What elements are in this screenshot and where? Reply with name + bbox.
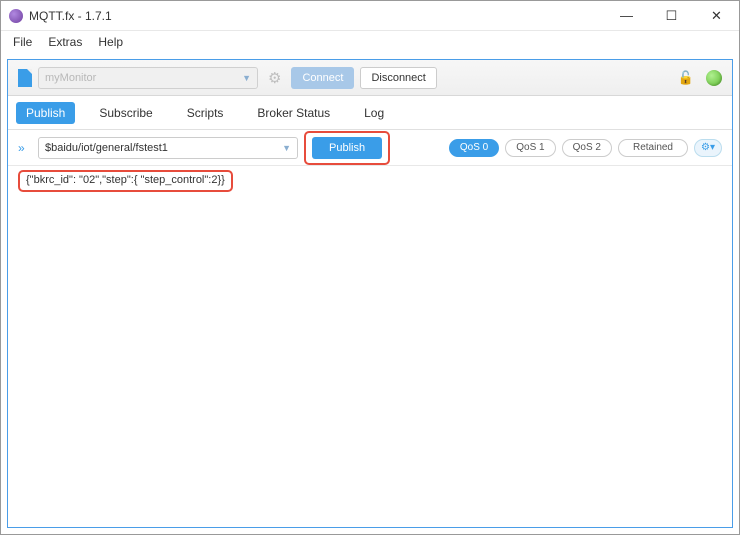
topic-value: $baidu/iot/general/fstest1: [45, 142, 168, 154]
file-icon: [18, 69, 32, 87]
app-icon: [9, 9, 23, 23]
tab-publish[interactable]: Publish: [16, 102, 75, 124]
gear-icon[interactable]: ⚙: [268, 69, 281, 87]
connect-button[interactable]: Connect: [291, 67, 354, 89]
expand-icon[interactable]: »: [18, 141, 32, 155]
chevron-down-icon: ▼: [242, 73, 251, 83]
connection-profile-select[interactable]: myMonitor ▼: [38, 67, 258, 89]
publish-button-highlight: Publish: [304, 131, 390, 165]
connection-profile-value: myMonitor: [45, 72, 96, 84]
retained-button[interactable]: Retained: [618, 139, 688, 157]
menu-help[interactable]: Help: [98, 35, 123, 49]
qos-1-button[interactable]: QoS 1: [505, 139, 555, 157]
publish-controls-row: » $baidu/iot/general/fstest1 ▼ Publish Q…: [8, 130, 732, 166]
title-bar: MQTT.fx - 1.7.1 — ☐ ✕: [1, 1, 739, 31]
window-title: MQTT.fx - 1.7.1: [29, 9, 604, 23]
disconnect-button[interactable]: Disconnect: [360, 67, 436, 89]
connection-bar: myMonitor ▼ ⚙ Connect Disconnect 🔓: [8, 60, 732, 96]
connection-status-indicator: [706, 70, 722, 86]
publish-button[interactable]: Publish: [312, 137, 382, 159]
window-controls: — ☐ ✕: [604, 1, 739, 30]
qos-0-button[interactable]: QoS 0: [449, 139, 499, 157]
tab-broker-status[interactable]: Broker Status: [247, 102, 340, 124]
topic-input[interactable]: $baidu/iot/general/fstest1 ▼: [38, 137, 298, 159]
payload-editor[interactable]: {"bkrc_id": "02","step":{ "step_control"…: [8, 166, 732, 527]
main-panel: myMonitor ▼ ⚙ Connect Disconnect 🔓 Publi…: [7, 59, 733, 528]
publish-settings-button[interactable]: ⚙▾: [694, 139, 722, 157]
close-button[interactable]: ✕: [694, 1, 739, 30]
lock-icon: 🔓: [678, 70, 694, 86]
menu-file[interactable]: File: [13, 35, 32, 49]
tab-scripts[interactable]: Scripts: [177, 102, 234, 124]
payload-text: {"bkrc_id": "02","step":{ "step_control"…: [26, 174, 225, 186]
chevron-down-icon: ▼: [282, 143, 291, 153]
payload-text-highlight: {"bkrc_id": "02","step":{ "step_control"…: [18, 170, 233, 192]
minimize-button[interactable]: —: [604, 1, 649, 30]
maximize-button[interactable]: ☐: [649, 1, 694, 30]
menu-extras[interactable]: Extras: [48, 35, 82, 49]
menu-bar: File Extras Help: [1, 31, 739, 53]
qos-2-button[interactable]: QoS 2: [562, 139, 612, 157]
tab-bar: Publish Subscribe Scripts Broker Status …: [8, 96, 732, 130]
tab-subscribe[interactable]: Subscribe: [89, 102, 162, 124]
tab-log[interactable]: Log: [354, 102, 394, 124]
